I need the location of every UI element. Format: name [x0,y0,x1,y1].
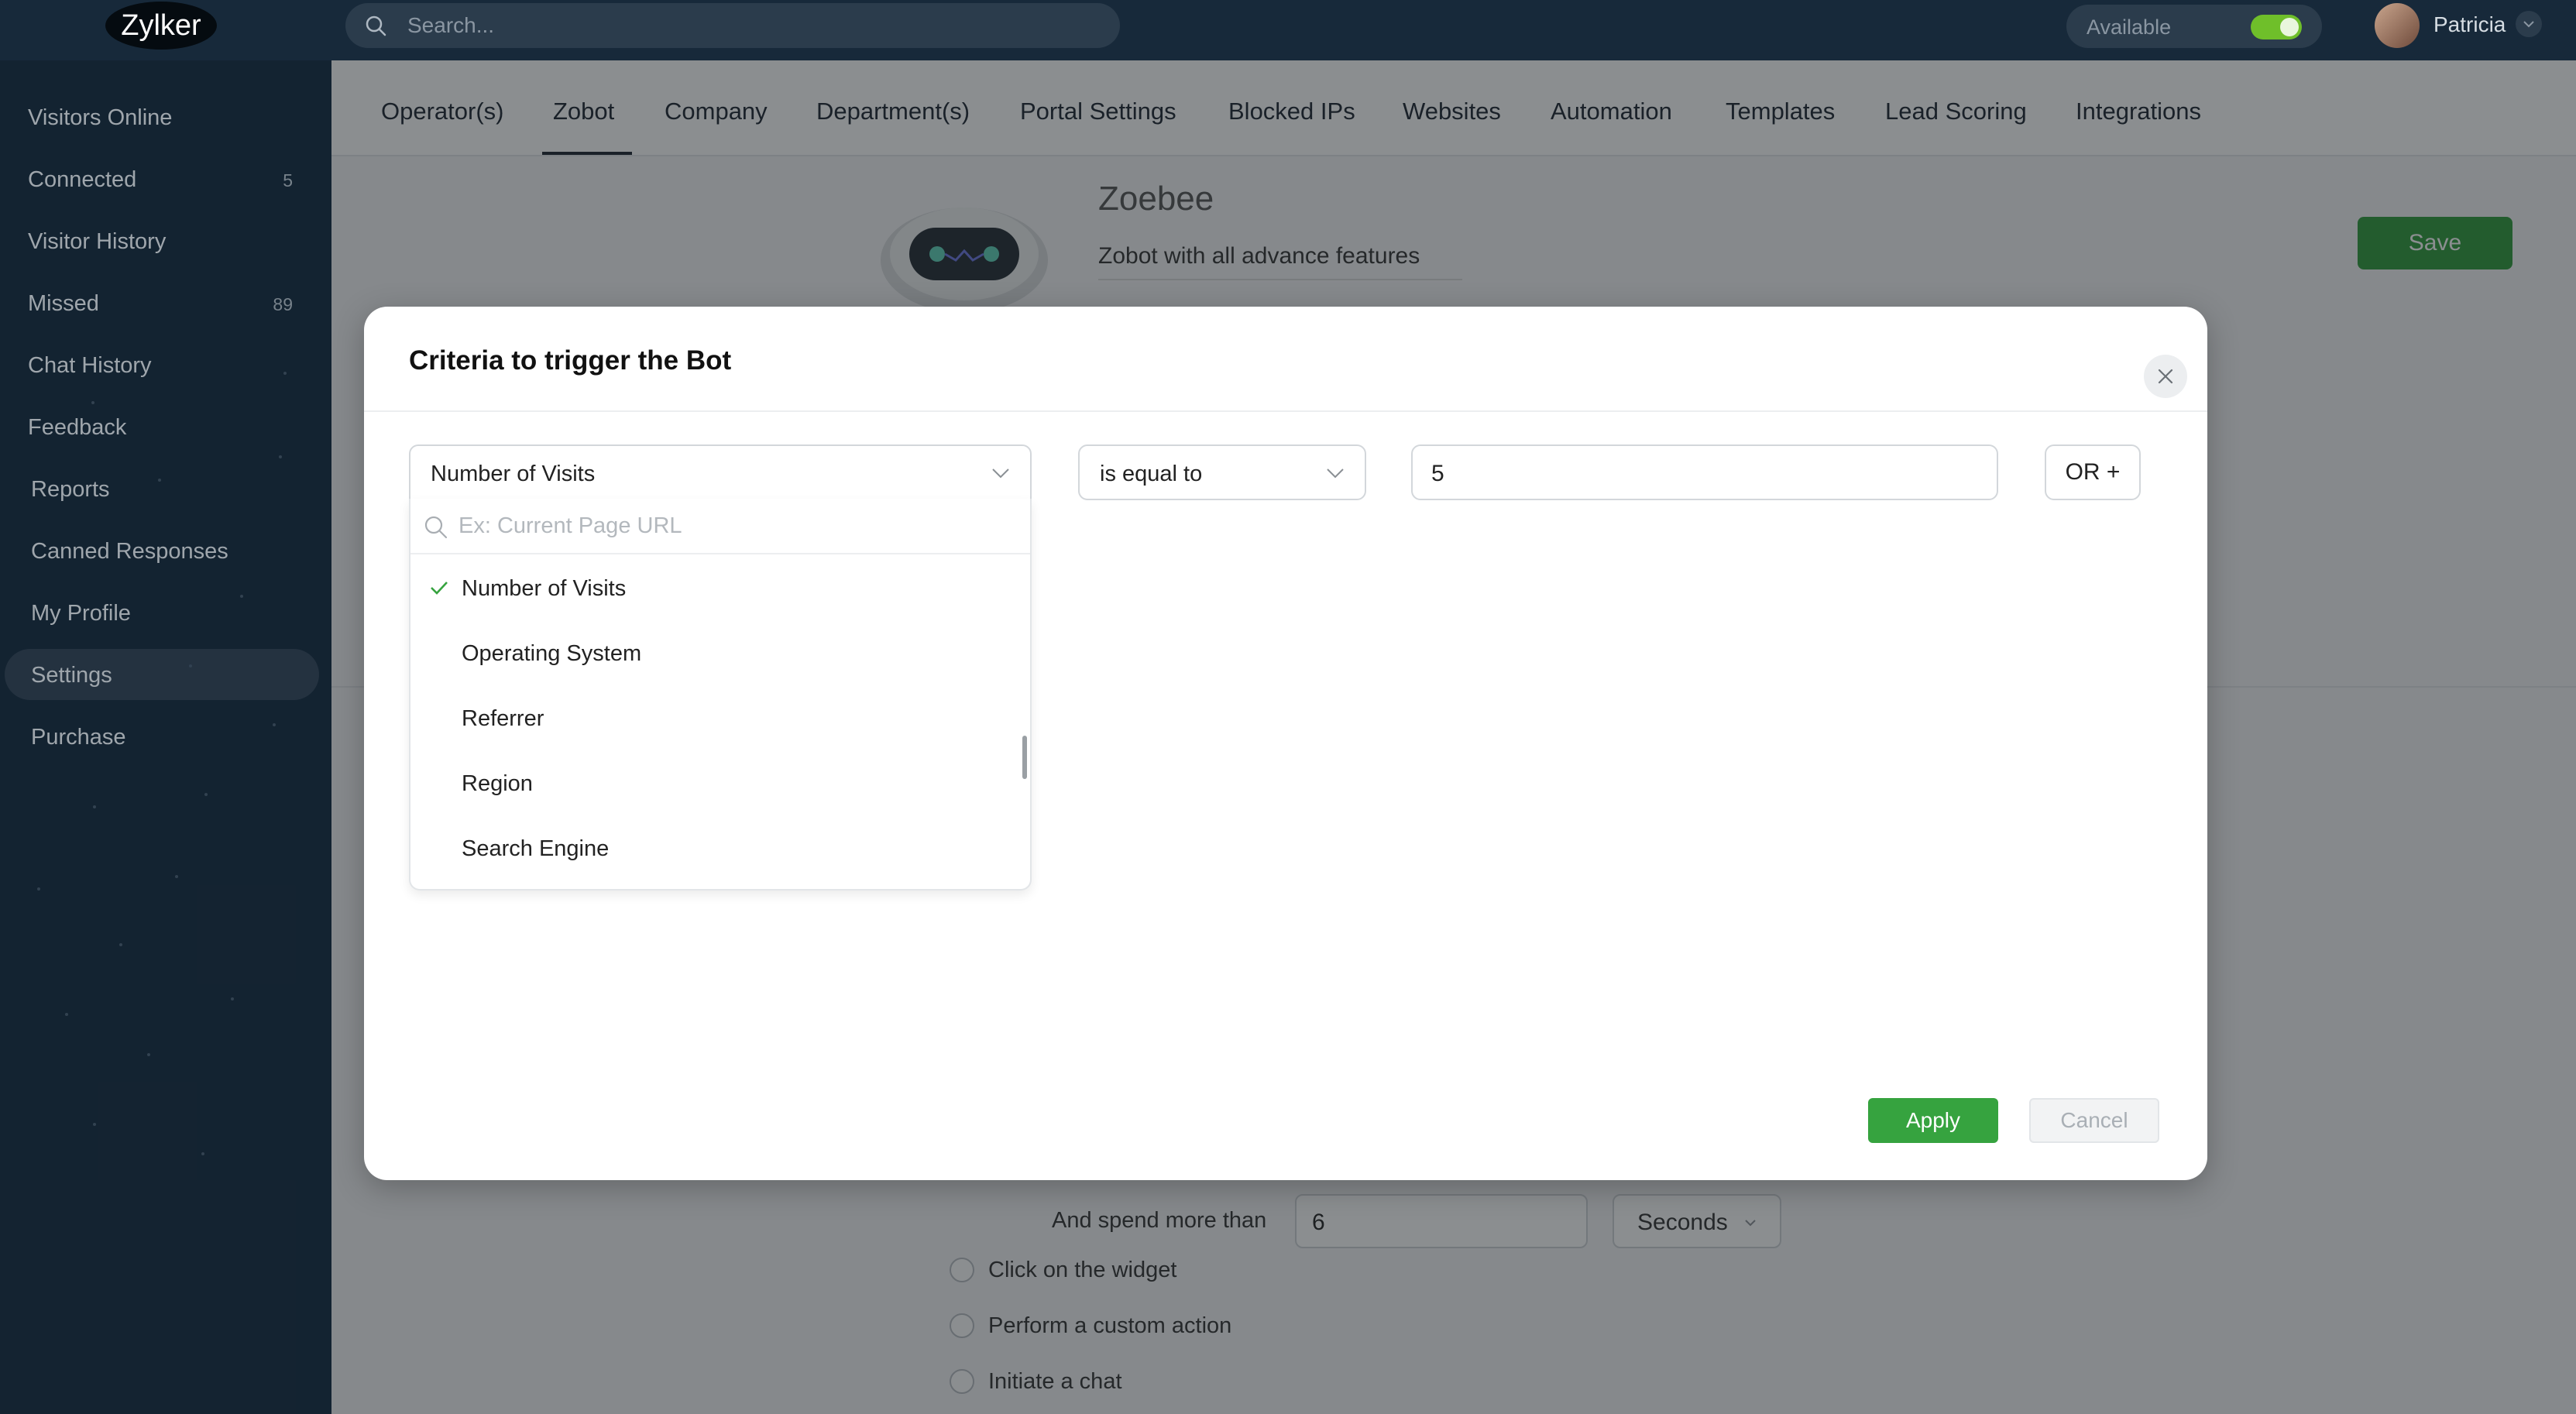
search-icon [366,15,386,36]
user-avatar[interactable] [2375,3,2420,48]
dropdown-option-operating-system[interactable]: Operating System [410,621,1022,686]
criteria-field-dropdown: Number of Visits Operating System Referr… [409,499,1032,891]
user-menu-button[interactable] [2516,11,2542,37]
dropdown-scrollbar[interactable] [1022,736,1027,779]
app-logo[interactable]: Zylker [105,2,217,50]
criteria-field-value: Number of Visits [431,462,596,486]
dropdown-option-number-of-visits[interactable]: Number of Visits [410,556,1022,621]
availability-toggle[interactable] [2251,15,2302,39]
check-icon [431,582,448,595]
dropdown-option-label: Number of Visits [462,576,627,601]
status-label: Available [2087,15,2172,39]
dropdown-option-label: Referrer [462,706,544,731]
sidebar-dim-overlay [0,60,331,1414]
dropdown-option-region[interactable]: Region [410,751,1022,816]
dropdown-search-input[interactable] [459,499,1001,553]
search-input[interactable] [407,3,1089,48]
close-button[interactable] [2144,355,2187,398]
condition-value: is equal to [1100,462,1203,486]
modal-title: Criteria to trigger the Bot [409,345,732,376]
dropdown-search[interactable] [410,499,1030,554]
close-icon [2158,369,2173,384]
dropdown-option-label: Region [462,771,533,796]
dropdown-option-label: Search Engine [462,836,610,861]
chevron-down-icon [992,468,1009,479]
dropdown-option-label: Operating System [462,641,642,666]
cancel-button[interactable]: Cancel [2029,1098,2159,1143]
criteria-value-input[interactable]: 5 [1411,444,1998,500]
criteria-modal: Criteria to trigger the Bot Number of Vi… [364,307,2207,1180]
user-name[interactable]: Patricia [2433,12,2506,37]
chevron-down-icon [1327,468,1344,479]
global-search[interactable] [345,3,1120,48]
search-icon [424,516,448,539]
criteria-field-select[interactable]: Number of Visits [409,444,1032,500]
dropdown-option-referrer[interactable]: Referrer [410,686,1022,751]
dropdown-option-search-engine[interactable]: Search Engine [410,816,1022,881]
add-or-condition-button[interactable]: OR + [2045,444,2141,500]
modal-divider [364,410,2207,412]
apply-button[interactable]: Apply [1868,1098,1998,1143]
top-bar: Zylker Available Patricia [0,0,2576,60]
chevron-down-icon [2523,21,2534,28]
condition-select[interactable]: is equal to [1078,444,1366,500]
availability-status[interactable]: Available [2066,5,2322,48]
